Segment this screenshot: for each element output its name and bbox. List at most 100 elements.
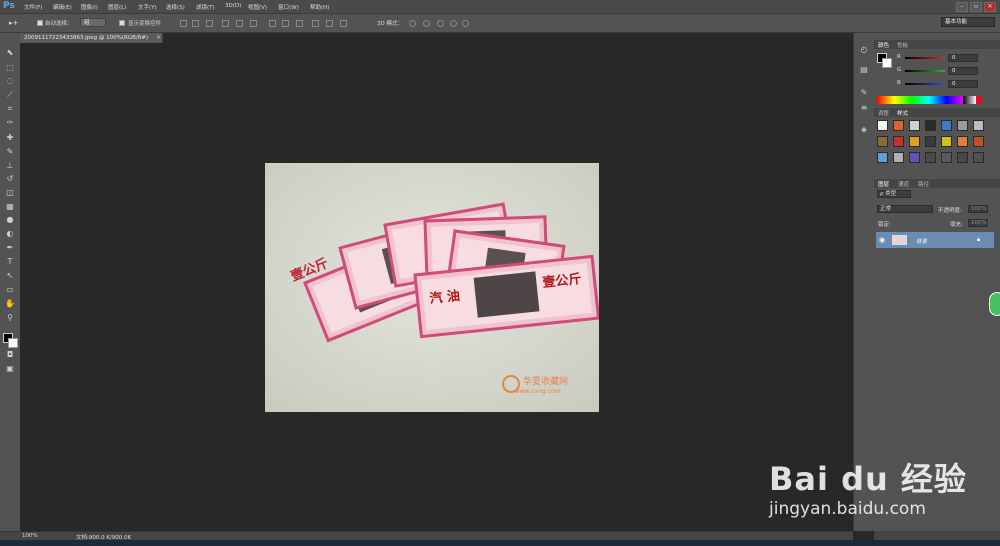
- floating-green-button[interactable]: [989, 292, 1000, 316]
- tab-color[interactable]: 颜色: [878, 41, 889, 49]
- move-tool-preset-icon[interactable]: ▸+: [9, 19, 18, 27]
- tab-adjustments[interactable]: 调整: [878, 109, 889, 117]
- workspace-dropdown[interactable]: 基本功能: [941, 17, 995, 27]
- style-swatch[interactable]: [957, 120, 968, 131]
- menu-item[interactable]: 视图(V): [248, 3, 267, 11]
- style-swatch[interactable]: [941, 120, 952, 131]
- style-swatch[interactable]: [893, 152, 904, 163]
- mode-3d-icon[interactable]: [437, 20, 444, 27]
- screen-mode-icon[interactable]: ▣: [4, 364, 16, 374]
- tab-paths[interactable]: 路径: [918, 180, 929, 188]
- history-brush-icon[interactable]: ↺: [4, 174, 16, 184]
- tab-styles[interactable]: 样式: [897, 109, 908, 117]
- style-swatch[interactable]: [893, 136, 904, 147]
- style-swatch[interactable]: [925, 152, 936, 163]
- 3d-panel-icon[interactable]: ◈: [859, 125, 869, 135]
- show-transform-checkbox[interactable]: [119, 20, 125, 26]
- healing-brush-icon[interactable]: ✚: [4, 133, 16, 143]
- mode-3d-icon[interactable]: [450, 20, 457, 27]
- style-swatch[interactable]: [909, 152, 920, 163]
- eraser-icon[interactable]: ◫: [4, 188, 16, 198]
- style-swatch[interactable]: [877, 152, 888, 163]
- zoom-tool-icon[interactable]: ⚲: [4, 313, 16, 323]
- quick-mask-icon[interactable]: ◘: [4, 350, 16, 360]
- eyedropper-tool-icon[interactable]: ✑: [4, 118, 16, 128]
- menu-item[interactable]: 3D(D): [225, 3, 241, 9]
- brush-tool-icon[interactable]: ✎: [4, 147, 16, 157]
- lasso-tool-icon[interactable]: ◌: [4, 76, 16, 86]
- style-swatch[interactable]: [973, 136, 984, 147]
- align-distribute-icon[interactable]: [192, 20, 199, 27]
- mode-3d-icon[interactable]: [409, 20, 416, 27]
- style-swatch[interactable]: [877, 136, 888, 147]
- menu-item[interactable]: 图像(I): [81, 3, 98, 11]
- channel-value-input[interactable]: 0: [948, 54, 978, 62]
- gradient-icon[interactable]: ▦: [4, 202, 16, 212]
- style-swatch[interactable]: [973, 152, 984, 163]
- dodge-icon[interactable]: ◐: [4, 229, 16, 239]
- menu-item[interactable]: 选择(S): [166, 3, 185, 11]
- background-color-swatch[interactable]: [8, 338, 18, 348]
- style-swatch[interactable]: [941, 136, 952, 147]
- rectangle-tool-icon[interactable]: ▭: [4, 285, 16, 295]
- align-distribute-icon[interactable]: [180, 20, 187, 27]
- layer-name[interactable]: 背景: [916, 237, 927, 245]
- crop-tool-icon[interactable]: ⌗: [4, 104, 16, 114]
- menu-item[interactable]: 文字(Y): [138, 3, 157, 11]
- color-spectrum-bw[interactable]: [963, 96, 976, 104]
- quick-select-tool-icon[interactable]: ⟋: [4, 90, 16, 100]
- move-tool-icon[interactable]: ⬉: [4, 48, 16, 58]
- brush-panel-icon[interactable]: ✎: [859, 88, 869, 98]
- fill-input[interactable]: 100%: [968, 219, 988, 227]
- character-panel-icon[interactable]: ≡: [859, 103, 869, 113]
- align-distribute-icon[interactable]: [206, 20, 213, 27]
- align-distribute-icon[interactable]: [340, 20, 347, 27]
- align-distribute-icon[interactable]: [312, 20, 319, 27]
- properties-panel-icon[interactable]: ▤: [859, 65, 869, 75]
- channel-value-input[interactable]: 0: [948, 67, 978, 75]
- auto-select-checkbox[interactable]: [37, 20, 43, 26]
- style-swatch[interactable]: [909, 120, 920, 131]
- document-photo[interactable]: 壹公斤 汽 油 壹公斤 华夏收藏网 www.cang.com: [265, 163, 599, 412]
- tab-layers[interactable]: 图层: [878, 180, 889, 188]
- style-swatch[interactable]: [893, 120, 904, 131]
- channel-slider[interactable]: [905, 57, 945, 59]
- hand-tool-icon[interactable]: ✋: [4, 299, 16, 309]
- menu-item[interactable]: 帮助(H): [310, 3, 329, 11]
- visibility-eye-icon[interactable]: ◉: [879, 236, 885, 244]
- zoom-level[interactable]: 100%: [22, 533, 38, 539]
- blur-icon[interactable]: ●: [4, 215, 16, 225]
- opacity-input[interactable]: 100%: [968, 205, 988, 213]
- align-distribute-icon[interactable]: [222, 20, 229, 27]
- menu-item[interactable]: 窗口(W): [278, 3, 299, 11]
- channel-value-input[interactable]: 0: [948, 80, 978, 88]
- align-distribute-icon[interactable]: [326, 20, 333, 27]
- menu-item[interactable]: 滤镜(T): [196, 3, 215, 11]
- mode-3d-icon[interactable]: [462, 20, 469, 27]
- channel-slider[interactable]: [905, 83, 945, 85]
- style-swatch[interactable]: [973, 120, 984, 131]
- mode-3d-icon[interactable]: [423, 20, 430, 27]
- menu-item[interactable]: 编辑(E): [53, 3, 72, 11]
- align-distribute-icon[interactable]: [269, 20, 276, 27]
- layer-kind-filter[interactable]: ρ 类型: [877, 190, 911, 198]
- pen-tool-icon[interactable]: ✒: [4, 243, 16, 253]
- align-distribute-icon[interactable]: [282, 20, 289, 27]
- path-select-icon[interactable]: ↖: [4, 271, 16, 281]
- style-swatch[interactable]: [957, 136, 968, 147]
- type-tool-icon[interactable]: T: [4, 257, 16, 267]
- style-swatch[interactable]: [941, 152, 952, 163]
- auto-select-dropdown[interactable]: 组: [80, 18, 106, 27]
- tab-swatches[interactable]: 色板: [897, 41, 908, 49]
- menu-item[interactable]: 图层(L): [108, 3, 126, 11]
- marquee-tool-icon[interactable]: ⬚: [4, 63, 16, 73]
- align-distribute-icon[interactable]: [250, 20, 257, 27]
- tab-channels[interactable]: 通道: [898, 180, 909, 188]
- maximize-button[interactable]: ▫: [970, 2, 982, 12]
- align-distribute-icon[interactable]: [236, 20, 243, 27]
- menu-item[interactable]: 文件(F): [24, 3, 42, 11]
- style-swatch[interactable]: [925, 120, 936, 131]
- color-panel-bg-swatch[interactable]: [882, 58, 892, 68]
- history-panel-icon[interactable]: ◴: [859, 45, 869, 55]
- style-swatch[interactable]: [957, 152, 968, 163]
